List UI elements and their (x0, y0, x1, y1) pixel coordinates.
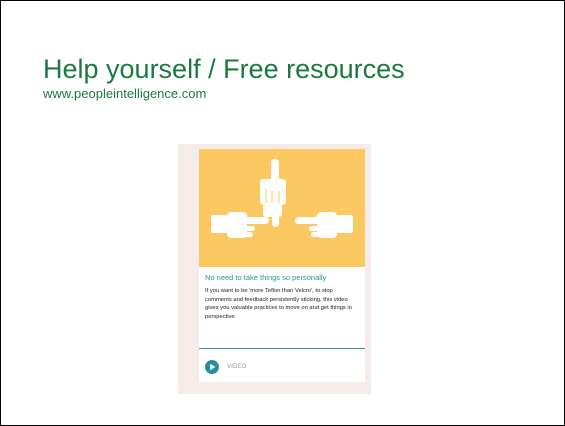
card-description: If you want to be 'more Teflon than Velc… (205, 288, 352, 320)
card-divider (199, 348, 365, 349)
website-link[interactable]: www.peopleintelligence.com (43, 86, 206, 102)
resource-card[interactable]: No need to take things so personally If … (199, 149, 365, 382)
resource-card-frame: No need to take things so personally If … (178, 144, 371, 394)
card-title[interactable]: No need to take things so personally (205, 273, 326, 283)
slide-title: Help yourself / Free resources (43, 54, 405, 84)
slide: Help yourself / Free resources www.peopl… (0, 0, 565, 426)
card-footer: VIDEO (205, 360, 247, 374)
video-label: VIDEO (227, 364, 247, 370)
card-hero-image (199, 149, 365, 267)
play-icon[interactable] (205, 360, 219, 374)
pointing-hands-icon (211, 159, 353, 238)
